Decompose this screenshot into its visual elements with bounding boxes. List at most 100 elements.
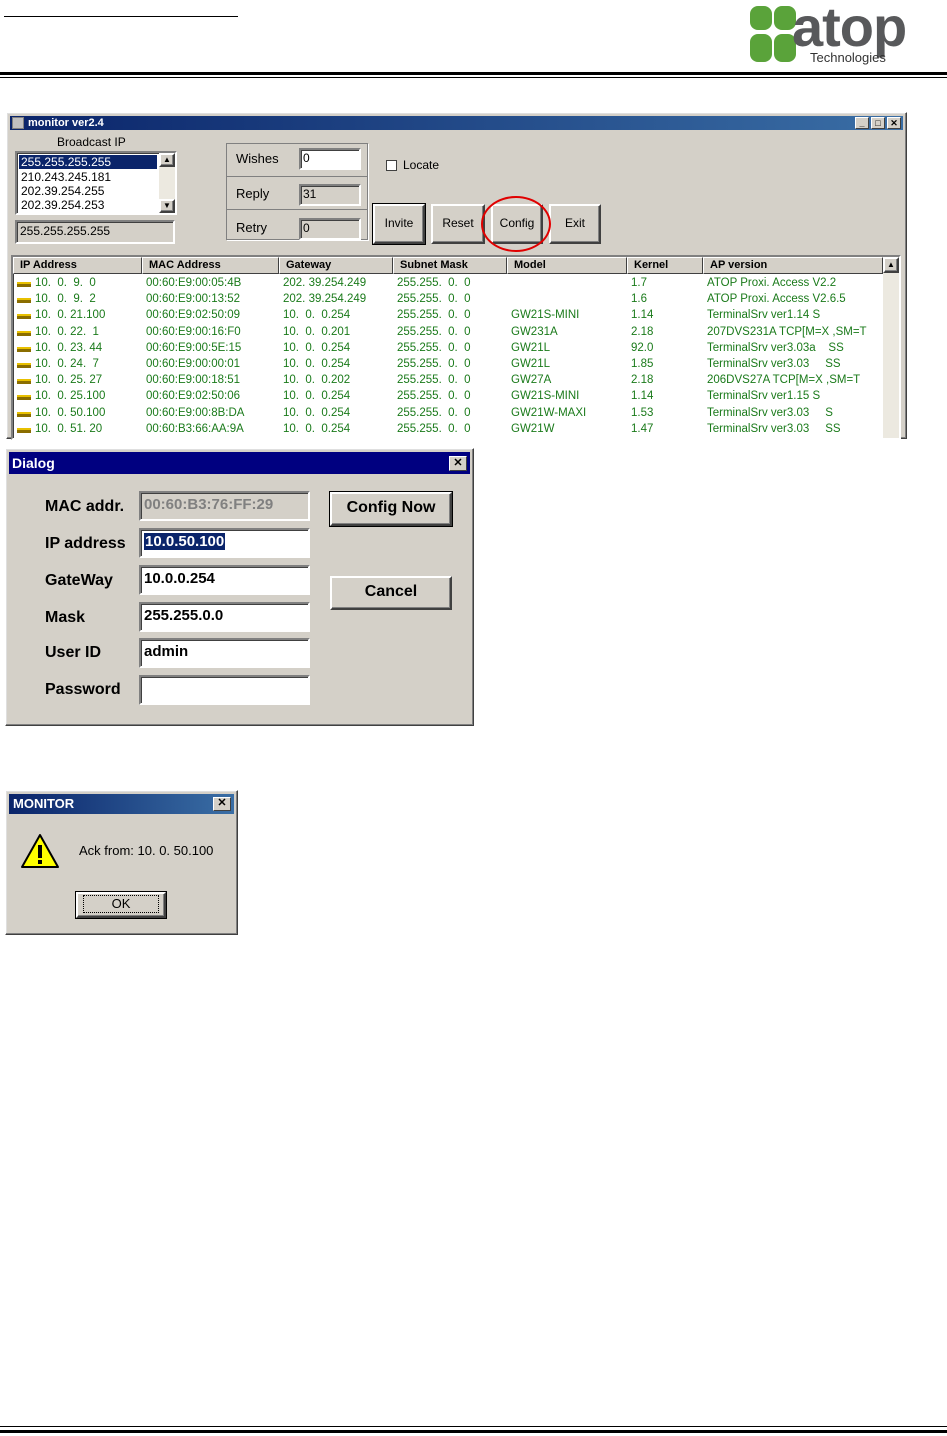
cell-ap-version: TerminalSrv ver3.03 SS bbox=[707, 422, 841, 435]
password-input[interactable] bbox=[139, 675, 310, 705]
cell-kernel: 1.14 bbox=[631, 390, 654, 403]
cell-model: GW21S-MINI bbox=[511, 390, 580, 403]
device-row-icon bbox=[17, 346, 31, 352]
logo-subtitle: Technologies bbox=[810, 50, 886, 65]
cell-model: GW21S-MINI bbox=[511, 309, 580, 322]
broadcast-item[interactable]: 202.39.254.255 bbox=[21, 184, 104, 198]
cell-ip[interactable]: 10. 0. 51. 20 bbox=[35, 423, 143, 435]
cell-ip[interactable]: 10. 0. 25. 27 bbox=[35, 374, 143, 386]
scroll-up-icon[interactable]: ▲ bbox=[159, 153, 175, 167]
reset-button[interactable]: Reset bbox=[431, 204, 485, 244]
device-row-icon bbox=[17, 330, 31, 336]
cell-mac: 00:60:B3:66:AA:9A bbox=[146, 422, 244, 435]
cell-mac: 00:60:E9:02:50:09 bbox=[146, 309, 240, 322]
col-ap-version[interactable]: AP version bbox=[703, 257, 883, 274]
cell-ap-version: 206DVS27A TCP[M=X ,SM=T bbox=[707, 374, 861, 387]
cell-mask: 255.255. 0. 0 bbox=[397, 406, 471, 419]
monitor-title: monitor ver2.4 bbox=[28, 117, 104, 129]
cell-kernel: 1.53 bbox=[631, 406, 654, 419]
cell-model: GW21W-MAXI bbox=[511, 406, 587, 419]
cell-kernel: 1.47 bbox=[631, 422, 654, 435]
invite-button[interactable]: Invite bbox=[372, 203, 426, 245]
col-ip-address[interactable]: IP Address bbox=[13, 257, 142, 274]
cell-ip[interactable]: 10. 0. 21.100 bbox=[35, 309, 143, 321]
cell-mac: 00:60:E9:00:16:F0 bbox=[146, 325, 241, 338]
cell-gateway: 10. 0. 0.201 bbox=[283, 325, 351, 338]
cell-ip[interactable]: 10. 0. 23. 44 bbox=[35, 342, 143, 354]
exit-button[interactable]: Exit bbox=[549, 204, 601, 244]
cell-ap-version: TerminalSrv ver3.03a SS bbox=[707, 341, 844, 354]
device-row-icon bbox=[17, 411, 31, 417]
col-kernel[interactable]: Kernel bbox=[627, 257, 703, 274]
maximize-icon[interactable]: □ bbox=[871, 117, 885, 129]
header-underline bbox=[4, 16, 238, 17]
scroll-up-icon[interactable]: ▲ bbox=[883, 257, 899, 273]
cell-gateway: 10. 0. 0.254 bbox=[283, 390, 351, 403]
col-subnet-mask[interactable]: Subnet Mask bbox=[393, 257, 507, 274]
ok-button[interactable]: OK bbox=[75, 891, 167, 919]
broadcast-list[interactable]: 255.255.255.255 210.243.245.181 202.39.2… bbox=[15, 151, 177, 215]
cell-ip[interactable]: 10. 0. 9. 0 bbox=[35, 277, 143, 289]
col-model[interactable]: Model bbox=[507, 257, 627, 274]
cell-mask: 255.255. 0. 0 bbox=[397, 422, 471, 435]
device-row-icon bbox=[17, 427, 31, 433]
cell-mac: 00:60:E9:00:8B:DA bbox=[146, 406, 245, 419]
reply-value: 31 bbox=[299, 184, 361, 206]
cell-ip[interactable]: 10. 0. 22. 1 bbox=[35, 326, 143, 338]
retry-label: Retry bbox=[236, 220, 268, 235]
ip-input[interactable]: 10.0.50.100 bbox=[139, 528, 310, 558]
cell-ip[interactable]: 10. 0. 50.100 bbox=[35, 407, 143, 419]
config-now-button[interactable]: Config Now bbox=[329, 491, 453, 527]
cell-ap-version: TerminalSrv ver1.14 S bbox=[707, 309, 821, 322]
broadcast-scrollbar[interactable]: ▲ ▼ bbox=[159, 153, 175, 213]
dialog-titlebar: Dialog ✕ bbox=[9, 452, 470, 474]
cell-model: GW21L bbox=[511, 341, 550, 354]
cell-model: GW27A bbox=[511, 374, 552, 387]
broadcast-label: Broadcast IP bbox=[57, 135, 126, 149]
broadcast-item[interactable]: 202.39.254.253 bbox=[21, 198, 104, 211]
broadcast-item[interactable]: 210.243.245.181 bbox=[21, 170, 111, 184]
gateway-input[interactable]: 10.0.0.254 bbox=[139, 565, 310, 595]
scroll-down-icon[interactable]: ▼ bbox=[159, 199, 175, 213]
minimize-icon[interactable]: _ bbox=[855, 117, 869, 129]
wishes-input[interactable]: 0 bbox=[299, 148, 361, 170]
cell-gateway: 202. 39.254.249 bbox=[283, 293, 367, 306]
cancel-button[interactable]: Cancel bbox=[330, 576, 452, 610]
header-rule bbox=[0, 72, 947, 75]
footer-rule bbox=[0, 1430, 947, 1433]
cell-ip[interactable]: 10. 0. 9. 2 bbox=[35, 293, 143, 305]
atop-logo: atop Technologies bbox=[748, 0, 944, 68]
broadcast-item-selected[interactable]: 255.255.255.255 bbox=[19, 155, 157, 169]
header-rule-thin bbox=[0, 77, 947, 78]
col-mac-address[interactable]: MAC Address bbox=[142, 257, 279, 274]
listview-scrollbar[interactable]: ▲ bbox=[883, 257, 899, 438]
ok-label: OK bbox=[82, 895, 160, 913]
cell-gateway: 10. 0. 0.202 bbox=[283, 374, 351, 387]
cell-ip[interactable]: 10. 0. 25.100 bbox=[35, 390, 143, 402]
mask-input[interactable]: 255.255.0.0 bbox=[139, 602, 310, 632]
ip-label: IP address bbox=[45, 535, 126, 552]
cell-mask: 255.255. 0. 0 bbox=[397, 374, 471, 387]
broadcast-value-field[interactable]: 255.255.255.255 bbox=[15, 220, 175, 244]
dialog-close-icon[interactable]: ✕ bbox=[449, 456, 467, 471]
close-icon[interactable]: ✕ bbox=[887, 117, 901, 129]
device-listview[interactable]: IP Address MAC Address Gateway Subnet Ma… bbox=[11, 255, 901, 440]
dialog-title: Dialog bbox=[12, 455, 55, 471]
cell-mac: 00:60:E9:00:18:51 bbox=[146, 374, 240, 387]
userid-input[interactable]: admin bbox=[139, 638, 310, 668]
footer-rule-thin bbox=[0, 1426, 947, 1427]
cell-ap-version: ATOP Proxi. Access V2.2 bbox=[707, 277, 837, 289]
col-gateway[interactable]: Gateway bbox=[279, 257, 393, 274]
locate-checkbox[interactable] bbox=[386, 160, 397, 171]
gateway-label: GateWay bbox=[45, 572, 113, 589]
monitor-messagebox: MONITOR ✕ Ack from: 10. 0. 50.100 OK bbox=[5, 790, 238, 935]
cell-gateway: 10. 0. 0.254 bbox=[283, 358, 351, 370]
warning-icon bbox=[21, 834, 59, 868]
cell-gateway: 10. 0. 0.254 bbox=[283, 422, 351, 435]
cell-kernel: 2.18 bbox=[631, 325, 654, 338]
cell-mask: 255.255. 0. 0 bbox=[397, 277, 471, 289]
cell-model: GW21L bbox=[511, 358, 550, 370]
messagebox-titlebar: MONITOR ✕ bbox=[9, 794, 234, 814]
messagebox-close-icon[interactable]: ✕ bbox=[213, 797, 231, 811]
cell-ip[interactable]: 10. 0. 24. 7 bbox=[35, 358, 143, 370]
